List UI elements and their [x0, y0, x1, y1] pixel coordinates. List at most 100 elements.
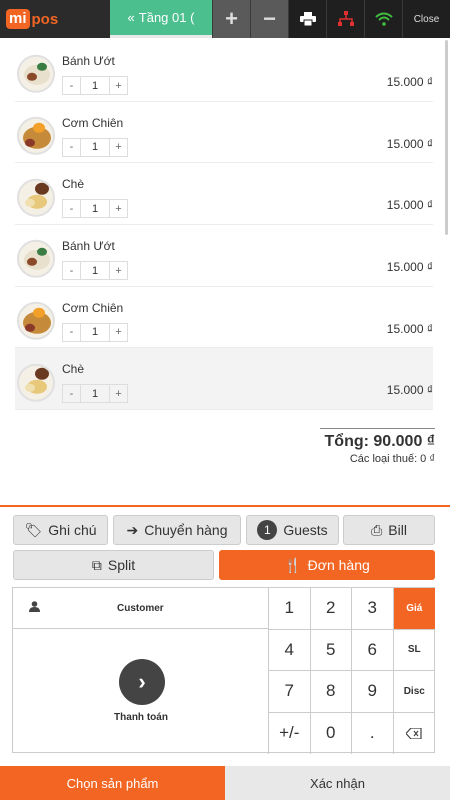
tax-total: Các loại thuế: 0 ₫	[349, 453, 435, 465]
quantity-stepper: -1 +	[62, 199, 128, 219]
mipos-logo: mi pos	[0, 0, 110, 38]
decrease-button[interactable]: -	[62, 199, 81, 219]
customer-button[interactable]: Customer	[13, 588, 269, 629]
close-button[interactable]: Close	[402, 0, 450, 38]
increase-button[interactable]: +	[109, 76, 128, 95]
keypad-key[interactable]: 3	[352, 588, 394, 630]
cutlery-icon: 🍴	[284, 556, 302, 573]
item-name: Cơm Chiên	[62, 300, 124, 315]
quantity-value[interactable]: 1	[81, 199, 109, 219]
keypad-key[interactable]: 6	[352, 629, 394, 671]
food-thumbnail	[17, 363, 55, 402]
increase-button[interactable]: +	[109, 199, 128, 219]
keypad-key[interactable]: Disc	[393, 671, 435, 713]
quantity-value[interactable]: 1	[81, 137, 109, 157]
keypad-panel: Customer › Thanh toán 1 2 3 Giá 4 5 6 SL 7 8 9 Disc…	[12, 587, 435, 755]
customer-label: Customer	[117, 602, 164, 614]
quantity-stepper: -1 +	[62, 322, 128, 342]
decrease-button[interactable]: -	[62, 322, 81, 342]
item-price: 15.000 ₫	[386, 75, 433, 89]
keypad-key[interactable]: 9	[352, 671, 394, 713]
top-bar: mi pos « Tầng 01 ( + − Close	[0, 0, 450, 38]
network-icon	[337, 11, 354, 26]
order-item-row[interactable]: Cơm Chiên -1 +15.000 ₫	[15, 102, 433, 164]
food-thumbnail	[17, 178, 55, 217]
pay-label: Thanh toán	[114, 712, 168, 723]
payment-area: › Thanh toán	[13, 629, 269, 754]
logo-mi: mi	[6, 9, 30, 29]
keypad-key[interactable]: 1	[269, 588, 311, 630]
keypad-key[interactable]: +/-	[269, 712, 311, 754]
increase-button[interactable]: +	[109, 322, 128, 342]
copy-icon: ⧉	[91, 556, 102, 573]
keypad-key[interactable]: 5	[310, 629, 352, 671]
item-name: Chè	[62, 177, 85, 192]
keypad-key[interactable]: 7	[269, 671, 311, 713]
logo-pos: pos	[31, 10, 59, 28]
quantity-value[interactable]: 1	[81, 76, 109, 95]
printer-button[interactable]	[288, 0, 326, 38]
order-label: Đơn hàng	[307, 557, 370, 573]
user-icon	[29, 601, 41, 615]
order-summary: Tổng: 90.000 ₫ Các loại thuế: 0 ₫	[320, 428, 435, 465]
confirm-button[interactable]: Xác nhận	[225, 766, 450, 800]
keypad-key[interactable]: 0	[311, 712, 352, 754]
guests-count-badge: 1	[257, 520, 278, 540]
keypad-key[interactable]: 2	[310, 588, 352, 630]
plus-icon: +	[225, 6, 238, 31]
bill-label: Bill	[388, 522, 407, 538]
arrow-right-icon: ➔	[126, 521, 139, 538]
wifi-button[interactable]	[364, 0, 402, 38]
order-list: Bánh Ướt -1 +15.000 ₫ Cơm Chiên -1 +15.000 ₫ C…	[15, 40, 433, 411]
note-label: Ghi chú	[48, 522, 97, 538]
quantity-value[interactable]: 1	[81, 261, 109, 281]
guests-label: Guests	[283, 522, 328, 538]
scrollbar[interactable]	[445, 40, 448, 235]
split-button[interactable]: ⧉ Split	[13, 550, 214, 580]
order-button[interactable]: 🍴 Đơn hàng	[219, 550, 435, 580]
keypad-key[interactable]: Giá	[393, 588, 435, 630]
order-item-row[interactable]: Bánh Ướt -1 +15.000 ₫	[15, 40, 433, 102]
order-total: Tổng: 90.000 ₫	[324, 433, 435, 450]
decrease-button[interactable]: -	[62, 384, 81, 404]
keypad-key[interactable]: SL	[393, 630, 435, 671]
remove-tab-button[interactable]: −	[250, 0, 288, 38]
quantity-value[interactable]: 1	[81, 322, 109, 342]
divider	[0, 505, 450, 507]
wifi-icon	[374, 12, 393, 26]
note-button[interactable]: 🏷 Ghi chú	[13, 515, 108, 545]
tab-floor[interactable]: « Tầng 01 (	[110, 0, 212, 38]
increase-button[interactable]: +	[109, 384, 128, 404]
transfer-button[interactable]: ➔ Chuyển hàng	[113, 515, 241, 545]
item-name: Bánh Ướt	[62, 239, 115, 254]
tag-icon: 🏷	[24, 521, 43, 538]
backspace-icon	[405, 727, 422, 739]
pay-button[interactable]: ›	[119, 659, 165, 705]
food-thumbnail	[17, 116, 55, 155]
keypad-key[interactable]: 8	[310, 671, 352, 713]
increase-button[interactable]: +	[109, 261, 128, 281]
order-item-row[interactable]: Bánh Ướt -1 +15.000 ₫	[15, 225, 433, 287]
item-price: 15.000 ₫	[386, 321, 433, 336]
quantity-value[interactable]: 1	[81, 384, 109, 404]
bill-button[interactable]: ⎙ Bill	[343, 515, 435, 545]
order-item-row[interactable]: Chè -1 +15.000 ₫	[15, 163, 433, 226]
decrease-button[interactable]: -	[62, 76, 81, 95]
choose-products-button[interactable]: Chọn sản phẩm	[0, 766, 225, 800]
decrease-button[interactable]: -	[62, 261, 81, 281]
backspace-key[interactable]	[393, 713, 435, 755]
order-item-row[interactable]: Cơm Chiên -1 +15.000 ₫	[15, 287, 433, 349]
add-tab-button[interactable]: +	[212, 0, 250, 38]
food-thumbnail	[17, 55, 55, 94]
increase-button[interactable]: +	[109, 137, 128, 157]
guests-button[interactable]: 1 Guests	[246, 515, 339, 545]
food-thumbnail	[17, 240, 55, 279]
item-price: 15.000 ₫	[386, 136, 433, 151]
decrease-button[interactable]: -	[62, 137, 81, 157]
keypad-key[interactable]: 4	[269, 629, 311, 671]
printer-icon	[299, 12, 316, 26]
chevron-right-icon: ›	[138, 669, 146, 694]
keypad-key[interactable]: .	[352, 712, 394, 754]
network-button[interactable]	[326, 0, 364, 38]
order-item-row[interactable]: Chè -1 +15.000 ₫	[15, 348, 433, 411]
